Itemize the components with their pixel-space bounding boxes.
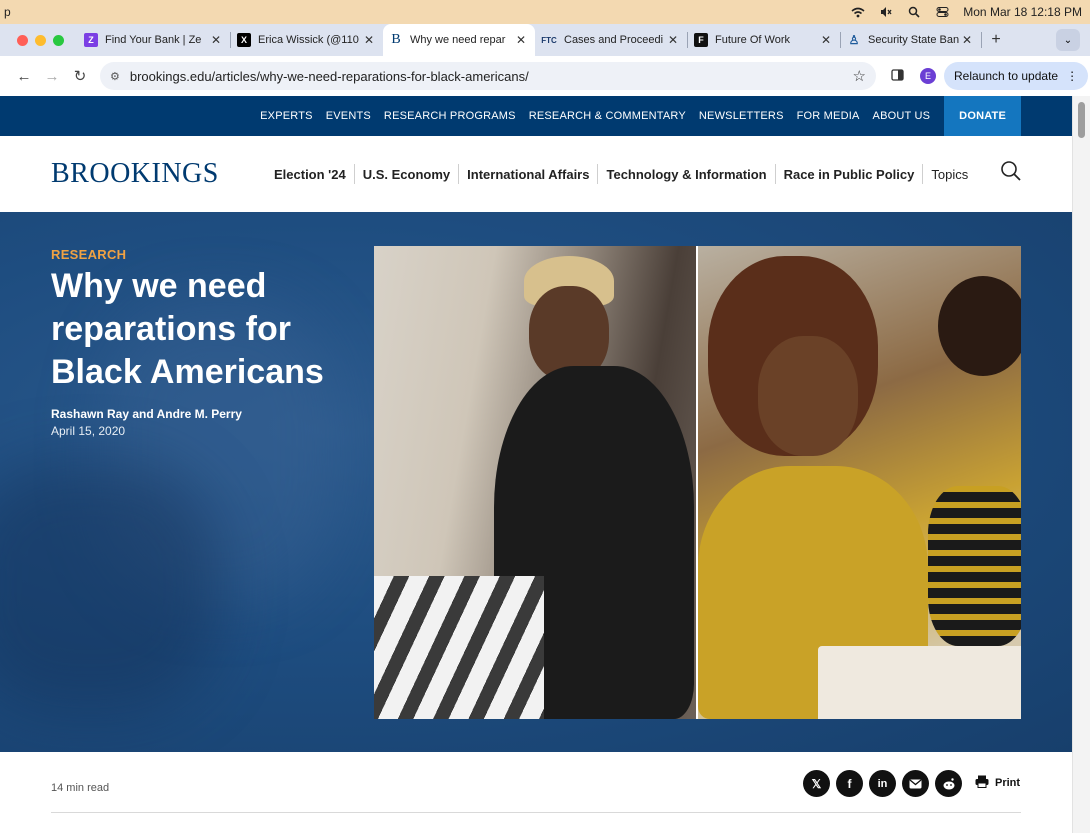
donate-button[interactable]: DONATE [944,96,1021,136]
nav-events[interactable]: EVENTS [326,110,371,122]
tab-why-we-need-reparations[interactable]: B Why we need repar ✕ [383,24,535,56]
article-meta-row: 14 min read 𝕏 f in Print [0,752,1072,833]
tab-find-your-bank[interactable]: Z Find Your Bank | Ze ✕ [78,24,230,56]
nav-research-programs[interactable]: RESEARCH PROGRAMS [384,110,516,122]
main-nav-topics[interactable]: Topics [923,167,976,182]
article-authors[interactable]: Rashawn Ray and Andre M. Perry [51,407,242,421]
divider-line [51,812,1021,813]
email-icon[interactable] [902,770,929,797]
new-tab-plus-icon[interactable]: + [982,31,1010,49]
tab-cases-and-proceedings[interactable]: FTC Cases and Proceedi ✕ [535,24,687,56]
browser-tab-strip: Z Find Your Bank | Ze ✕ X Erica Wissick … [0,24,1090,56]
photo-woman-and-child [698,246,1021,719]
spotlight-search-icon[interactable] [907,6,921,18]
printer-icon [975,775,989,791]
bookmark-star-icon[interactable]: ☆ [853,67,866,85]
main-nav-election-24[interactable]: Election '24 [266,167,354,182]
read-time: 14 min read [51,782,110,794]
main-nav-us-economy[interactable]: U.S. Economy [355,167,458,182]
linkedin-icon[interactable]: in [869,770,896,797]
main-nav-technology-information[interactable]: Technology & Information [598,167,774,182]
tab-title: Future Of Work [715,34,790,46]
search-icon[interactable] [1000,160,1022,182]
app-menu-letter[interactable]: p [4,5,11,19]
url-text[interactable]: brookings.edu/articles/why-we-need-repar… [130,69,853,84]
tab-close-icon[interactable]: ✕ [513,33,529,47]
macos-menu-bar: p Mon Mar 18 12:18 PM [0,0,1090,24]
browser-toolbar: ← → ↻ ⚙ brookings.edu/articles/why-we-ne… [0,56,1090,96]
nav-experts[interactable]: EXPERTS [260,110,313,122]
tab-close-icon[interactable]: ✕ [959,33,975,47]
utility-nav: EXPERTS EVENTS RESEARCH PROGRAMS RESEARC… [0,96,1072,136]
tab-close-icon[interactable]: ✕ [818,33,834,47]
article-title: Why we need reparations for Black Americ… [51,267,324,391]
reload-icon[interactable]: ↻ [66,67,94,85]
tab-close-icon[interactable]: ✕ [361,33,377,47]
main-nav-international-affairs[interactable]: International Affairs [459,167,597,182]
main-nav: BROOKINGS Election '24 U.S. Economy Inte… [0,136,1072,212]
profile-avatar[interactable]: E [920,68,936,84]
control-center-icon[interactable] [935,6,949,18]
zelle-favicon-icon: Z [84,33,98,47]
tab-future-of-work[interactable]: F Future Of Work ✕ [688,24,840,56]
nav-newsletters[interactable]: NEWSLETTERS [699,110,784,122]
minimize-window-button[interactable] [35,34,46,46]
article-date: April 15, 2020 [51,424,126,438]
relaunch-to-update-button[interactable]: Relaunch to update ⋮ [944,62,1089,90]
back-arrow-icon[interactable]: ← [10,68,38,85]
site-settings-icon[interactable]: ⚙ [110,70,120,83]
tab-search-chevron-down-icon[interactable]: ⌄ [1056,29,1080,51]
tab-erica-wissick[interactable]: X Erica Wissick (@110 ✕ [231,24,383,56]
brookings-logo[interactable]: BROOKINGS [51,158,266,190]
nav-about-us[interactable]: ABOUT US [873,110,931,122]
photo-man-at-counter [374,246,697,719]
tab-close-icon[interactable]: ✕ [665,33,681,47]
reddit-icon[interactable] [935,770,962,797]
tab-title: Why we need repar [410,34,506,46]
facebook-icon[interactable]: f [836,770,863,797]
tab-title: Erica Wissick (@110 [258,34,359,46]
bank-favicon-icon: ♙ [848,33,860,47]
tab-security-state-bank[interactable]: ♙ Security State Bank ✕ [841,24,981,56]
wifi-icon[interactable] [851,6,865,18]
share-buttons: 𝕏 f in [803,770,962,797]
mute-icon[interactable] [879,6,893,18]
x-icon[interactable]: 𝕏 [803,770,830,797]
tab-title: Security State Bank [868,34,959,46]
nav-research-commentary[interactable]: RESEARCH & COMMENTARY [529,110,686,122]
print-button[interactable]: Print [975,775,1020,791]
tab-close-icon[interactable]: ✕ [208,33,224,47]
side-panel-icon[interactable] [882,68,912,84]
forbes-favicon-icon: F [694,33,708,47]
scrollbar-thumb[interactable] [1078,102,1085,138]
tab-title: Cases and Proceedi [564,34,664,46]
print-label: Print [995,777,1021,789]
forward-arrow-icon[interactable]: → [38,68,66,85]
web-page: EXPERTS EVENTS RESEARCH PROGRAMS RESEARC… [0,96,1072,833]
ftc-favicon-icon: FTC [541,35,557,45]
main-nav-race-in-public-policy[interactable]: Race in Public Policy [776,167,923,182]
page-scrollbar[interactable] [1072,96,1090,833]
article-category-label[interactable]: RESEARCH [51,247,126,262]
zoom-window-button[interactable] [53,34,64,46]
menubar-datetime[interactable]: Mon Mar 18 12:18 PM [963,5,1082,19]
brookings-favicon-icon: B [389,32,403,47]
hero-photo [374,246,1021,719]
relaunch-label: Relaunch to update [954,69,1059,83]
hero-background-shape [0,462,220,712]
nav-for-media[interactable]: FOR MEDIA [797,110,860,122]
article-hero: RESEARCH Why we need reparations for Bla… [0,212,1072,753]
close-window-button[interactable] [17,34,28,46]
tab-title: Find Your Bank | Ze [105,34,202,46]
window-controls [0,34,78,46]
x-favicon-icon: X [237,33,251,47]
more-menu-icon[interactable]: ⋮ [1066,69,1078,83]
address-bar[interactable]: ⚙ brookings.edu/articles/why-we-need-rep… [100,62,876,90]
